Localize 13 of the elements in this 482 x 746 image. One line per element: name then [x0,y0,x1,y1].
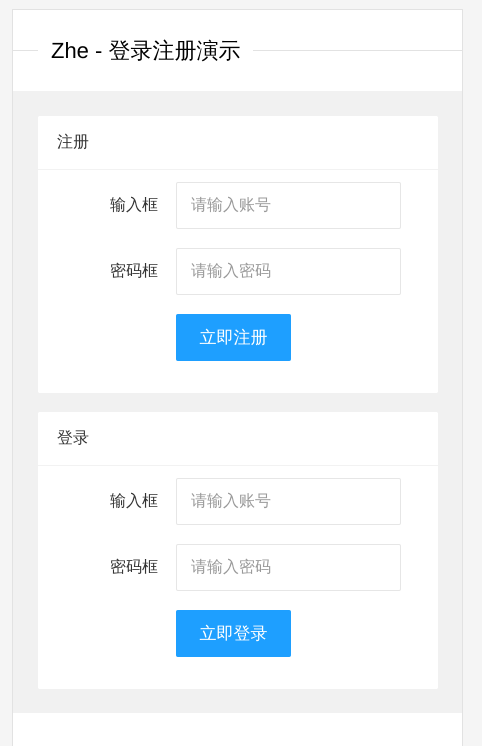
input-field[interactable]: 请输入密码 [176,544,401,591]
submit-button[interactable]: 立即注册 [176,314,291,361]
field-label: 密码框 [109,558,159,578]
input-field[interactable]: 请输入账号 [176,478,401,525]
card-title: 登录 [38,412,438,466]
field-label: 输入框 [109,492,159,512]
input-field[interactable]: 请输入账号 [176,182,401,229]
field-label: 密码框 [109,262,159,282]
page-title: Zhe - 登录注册演示 [50,36,242,64]
card-title: 注册 [38,116,438,170]
submit-button[interactable]: 立即登录 [176,610,291,657]
input-field[interactable]: 请输入密码 [176,248,401,295]
field-label: 输入框 [109,196,159,216]
